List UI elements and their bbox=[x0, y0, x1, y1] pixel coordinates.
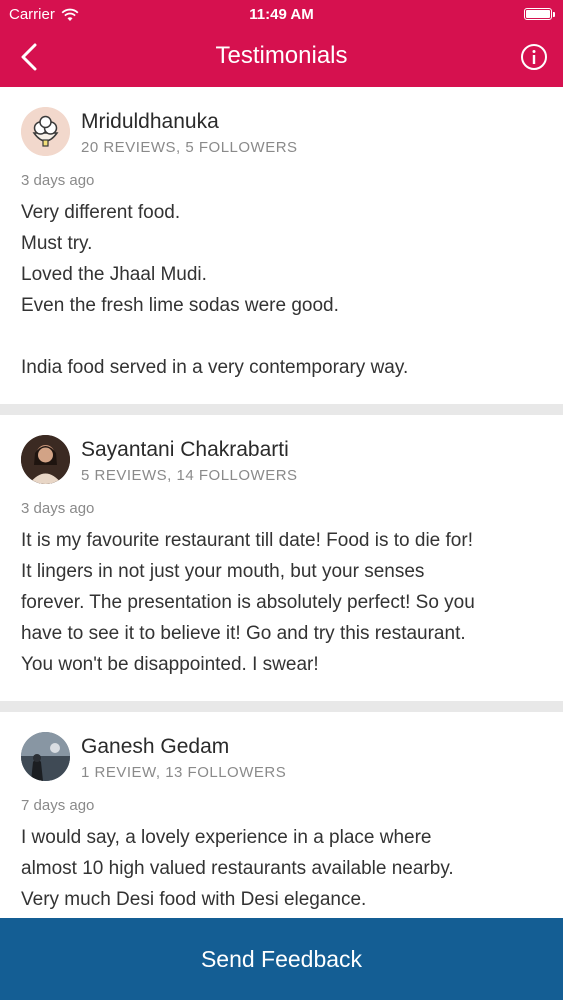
review-line: Very different food. bbox=[21, 202, 181, 223]
review-date: 3 days ago bbox=[21, 500, 95, 517]
review-line bbox=[21, 321, 546, 352]
review-line: almost 10 high valued restaurants availa… bbox=[21, 858, 454, 879]
battery-icon bbox=[524, 8, 555, 20]
review-line: It is my favourite restaurant till date!… bbox=[21, 530, 473, 551]
review-line: It lingers in not just your mouth, but y… bbox=[21, 561, 425, 582]
review-card: Sayantani Chakrabarti 5 REVIEWS, 14 FOLL… bbox=[0, 415, 563, 701]
reviewer-stats: 5 REVIEWS, 14 FOLLOWERS bbox=[81, 467, 298, 484]
review-line: Loved the Jhaal Mudi. bbox=[21, 264, 207, 285]
review-text: I would say, a lovely experience in a pl… bbox=[21, 822, 546, 915]
review-line: forever. The presentation is absolutely … bbox=[21, 592, 475, 613]
review-line: have to see it to believe it! Go and try… bbox=[21, 623, 466, 644]
person-avatar-icon bbox=[21, 435, 70, 484]
review-card: Mriduldhanuka 20 REVIEWS, 5 FOLLOWERS 3 … bbox=[0, 87, 563, 404]
review-text: It is my favourite restaurant till date!… bbox=[21, 525, 546, 680]
review-date: 3 days ago bbox=[21, 172, 95, 189]
reviewer-name[interactable]: Sayantani Chakrabarti bbox=[81, 438, 289, 462]
review-text: Very different food. Must try. Loved the… bbox=[21, 197, 546, 383]
reviewer-stats: 20 REVIEWS, 5 FOLLOWERS bbox=[81, 139, 298, 156]
navigation-bar: Testimonials bbox=[0, 30, 563, 87]
review-line: Must try. bbox=[21, 233, 93, 254]
icecream-avatar-icon bbox=[21, 107, 70, 156]
app-header: Carrier 11:49 AM Testimonials bbox=[0, 0, 563, 87]
review-date: 7 days ago bbox=[21, 797, 95, 814]
review-line: Very much Desi food with Desi elegance. bbox=[21, 889, 367, 910]
testimonials-list[interactable]: Mriduldhanuka 20 REVIEWS, 5 FOLLOWERS 3 … bbox=[0, 87, 563, 918]
reviewer-stats: 1 REVIEW, 13 FOLLOWERS bbox=[81, 764, 287, 781]
review-line: India food served in a very contemporary… bbox=[21, 357, 409, 378]
section-divider bbox=[0, 701, 563, 712]
avatar[interactable] bbox=[21, 435, 70, 484]
review-card: Ganesh Gedam 1 REVIEW, 13 FOLLOWERS 7 da… bbox=[0, 712, 563, 918]
info-button[interactable] bbox=[519, 42, 549, 72]
avatar[interactable] bbox=[21, 732, 70, 781]
page-title: Testimonials bbox=[215, 42, 348, 69]
status-bar: Carrier 11:49 AM bbox=[0, 0, 563, 30]
reviewer-name[interactable]: Mriduldhanuka bbox=[81, 110, 219, 134]
review-line: Even the fresh lime sodas were good. bbox=[21, 295, 339, 316]
reviewer-name[interactable]: Ganesh Gedam bbox=[81, 735, 229, 759]
status-time: 11:49 AM bbox=[249, 6, 314, 23]
avatar[interactable] bbox=[21, 107, 70, 156]
landscape-avatar-icon bbox=[21, 732, 70, 781]
section-divider bbox=[0, 404, 563, 415]
review-line: I would say, a lovely experience in a pl… bbox=[21, 827, 432, 848]
send-feedback-label: Send Feedback bbox=[200, 945, 363, 972]
send-feedback-button[interactable]: Send Feedback bbox=[0, 918, 563, 1000]
review-line: You won't be disappointed. I swear! bbox=[21, 654, 319, 675]
